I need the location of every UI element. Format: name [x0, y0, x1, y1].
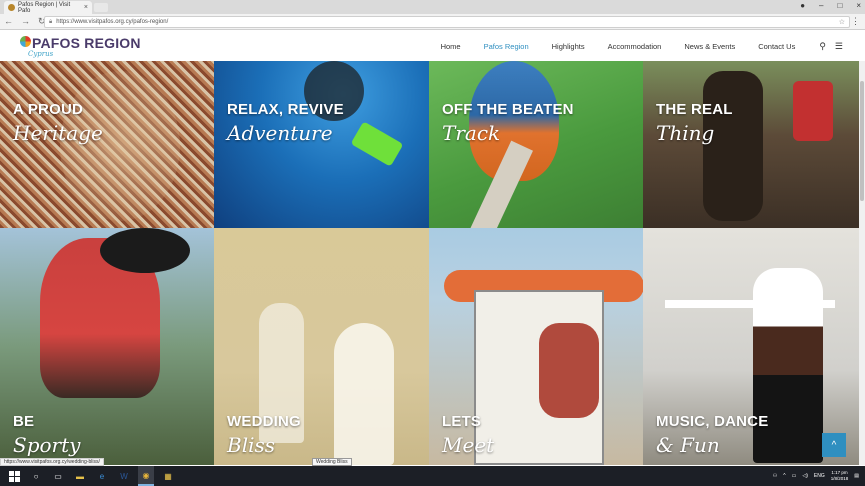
diver-fin-image — [350, 121, 404, 167]
browser-tab-strip: Pafos Region | Visit Pafo × ● – □ × — [0, 0, 865, 14]
network-icon[interactable]: ▭ — [792, 473, 797, 479]
windows-taskbar: ○ ▭ ▬ e W ◉ ▦ ⚇ ^ ▭ ◁) ENG 1:17 pm 1/8/2… — [0, 466, 865, 486]
hiker-hair-image — [100, 228, 190, 273]
close-window-icon[interactable]: × — [856, 1, 861, 10]
forward-arrow-icon[interactable]: → — [21, 16, 30, 27]
tab-close-icon[interactable]: × — [84, 4, 88, 11]
tile-meet[interactable]: LETS Meet — [429, 228, 643, 465]
nav-home[interactable]: Home — [441, 42, 461, 51]
tile-subtitle: Thing — [656, 121, 715, 145]
tile-subtitle: Sporty — [13, 433, 81, 457]
link-tooltip: Wedding Bliss — [312, 458, 352, 466]
logo-mark-icon — [20, 36, 31, 47]
tile-wedding[interactable]: WEDDING Bliss — [214, 228, 429, 465]
tile-subtitle: Meet — [442, 433, 495, 457]
page-scrollbar[interactable] — [859, 61, 865, 465]
action-center-icon[interactable]: ▤ — [854, 473, 859, 479]
tile-title: OFF THE BEATEN — [442, 101, 574, 118]
browser-menu-icon[interactable]: ⋮ — [851, 16, 860, 27]
window-controls: ● – □ × — [800, 1, 861, 10]
logo-subtext: Cyprus — [28, 50, 54, 58]
site-favicon-icon — [8, 4, 15, 11]
address-url: https://www.visitpafos.org.cy/pafos-regi… — [56, 19, 169, 25]
nav-news-events[interactable]: News & Events — [684, 42, 735, 51]
main-nav: Home Pafos Region Highlights Accommodati… — [418, 41, 843, 52]
language-indicator[interactable]: ENG — [814, 473, 825, 479]
tile-title: BE — [13, 413, 35, 430]
site-header: PAFOS REGION Cyprus Home Pafos Region Hi… — [0, 30, 865, 61]
windows-start-icon[interactable] — [6, 468, 22, 484]
people-icon[interactable]: ⚇ — [773, 473, 777, 479]
mosaic-image — [60, 71, 180, 221]
tile-track[interactable]: OFF THE BEATEN Track — [429, 61, 643, 228]
dancer-arms-image — [665, 300, 835, 308]
people-image — [539, 323, 599, 418]
new-tab-button[interactable] — [94, 3, 108, 12]
system-tray: ⚇ ^ ▭ ◁) ENG 1:17 pm 1/8/2018 ▤ — [773, 470, 865, 482]
tile-music[interactable]: MUSIC, DANCE & Fun ^ — [643, 228, 865, 465]
donkey-image — [703, 71, 763, 221]
tile-title: MUSIC, DANCE — [656, 413, 769, 430]
logo-text: PAFOS REGION — [32, 35, 141, 51]
tile-real-thing[interactable]: THE REAL Thing — [643, 61, 865, 228]
word-icon[interactable]: W — [116, 466, 132, 486]
search-icon[interactable]: ○ — [28, 466, 44, 486]
taskbar-clock[interactable]: 1:17 pm 1/8/2018 — [831, 470, 849, 482]
scrollbar-thumb[interactable] — [860, 81, 864, 201]
nav-accommodation[interactable]: Accommodation — [608, 42, 662, 51]
bookmark-star-icon[interactable]: ☆ — [839, 18, 845, 26]
rider-image — [793, 81, 833, 141]
tile-sporty[interactable]: BE Sporty — [0, 228, 214, 465]
clock-date: 1/8/2018 — [830, 476, 849, 481]
tab-title: Pafos Region | Visit Pafo — [18, 1, 71, 14]
tile-title: RELAX, REVIVE — [227, 101, 344, 118]
nav-pafos-region[interactable]: Pafos Region — [484, 42, 529, 51]
browser-tab[interactable]: Pafos Region | Visit Pafo × — [4, 1, 92, 14]
back-arrow-icon[interactable]: ← — [4, 16, 13, 27]
region-tiles-grid: A PROUD Heritage RELAX, REVIVE Adventure… — [0, 61, 865, 465]
task-view-icon[interactable]: ▭ — [50, 466, 66, 486]
tile-adventure[interactable]: RELAX, REVIVE Adventure — [214, 61, 429, 228]
hamburger-menu-icon[interactable]: ☰ — [835, 41, 843, 52]
tile-title: WEDDING — [227, 413, 301, 430]
dancer-image — [753, 268, 823, 463]
tile-title: A PROUD — [13, 101, 84, 118]
nav-highlights[interactable]: Highlights — [552, 42, 585, 51]
tile-subtitle: Track — [442, 121, 501, 145]
tile-title: THE REAL — [656, 101, 733, 118]
browser-toolbar: ← → ↻ 🔒︎ https://www.visitpafos.org.cy/p… — [0, 14, 865, 30]
search-icon[interactable]: ⚲ — [819, 41, 826, 52]
tile-heritage[interactable]: A PROUD Heritage — [0, 61, 214, 228]
scroll-to-top-button[interactable]: ^ — [822, 433, 846, 457]
nav-contact-us[interactable]: Contact Us — [758, 42, 795, 51]
chrome-browser-icon[interactable]: ◉ — [138, 466, 154, 486]
tile-title: LETS — [442, 413, 482, 430]
volume-icon[interactable]: ◁) — [802, 473, 808, 479]
status-link-url: https://www.visitpafos.org.cy/wedding-bl… — [0, 458, 104, 466]
bride-image — [334, 323, 394, 465]
profile-icon[interactable]: ● — [800, 1, 805, 10]
address-bar[interactable]: 🔒︎ https://www.visitpafos.org.cy/pafos-r… — [44, 16, 850, 28]
maximize-icon[interactable]: □ — [837, 1, 842, 10]
notes-app-icon[interactable]: ▦ — [160, 466, 176, 486]
file-explorer-icon[interactable]: ▬ — [72, 466, 88, 486]
secure-lock-icon: 🔒︎ — [49, 18, 53, 25]
tile-subtitle: Adventure — [227, 121, 333, 145]
tile-subtitle: Heritage — [13, 121, 103, 145]
tile-subtitle: & Fun — [656, 433, 720, 457]
tile-subtitle: Bliss — [227, 433, 276, 457]
tray-arrow-icon[interactable]: ^ — [783, 473, 785, 479]
minimize-icon[interactable]: – — [819, 1, 823, 10]
edge-browser-icon[interactable]: e — [94, 466, 110, 486]
